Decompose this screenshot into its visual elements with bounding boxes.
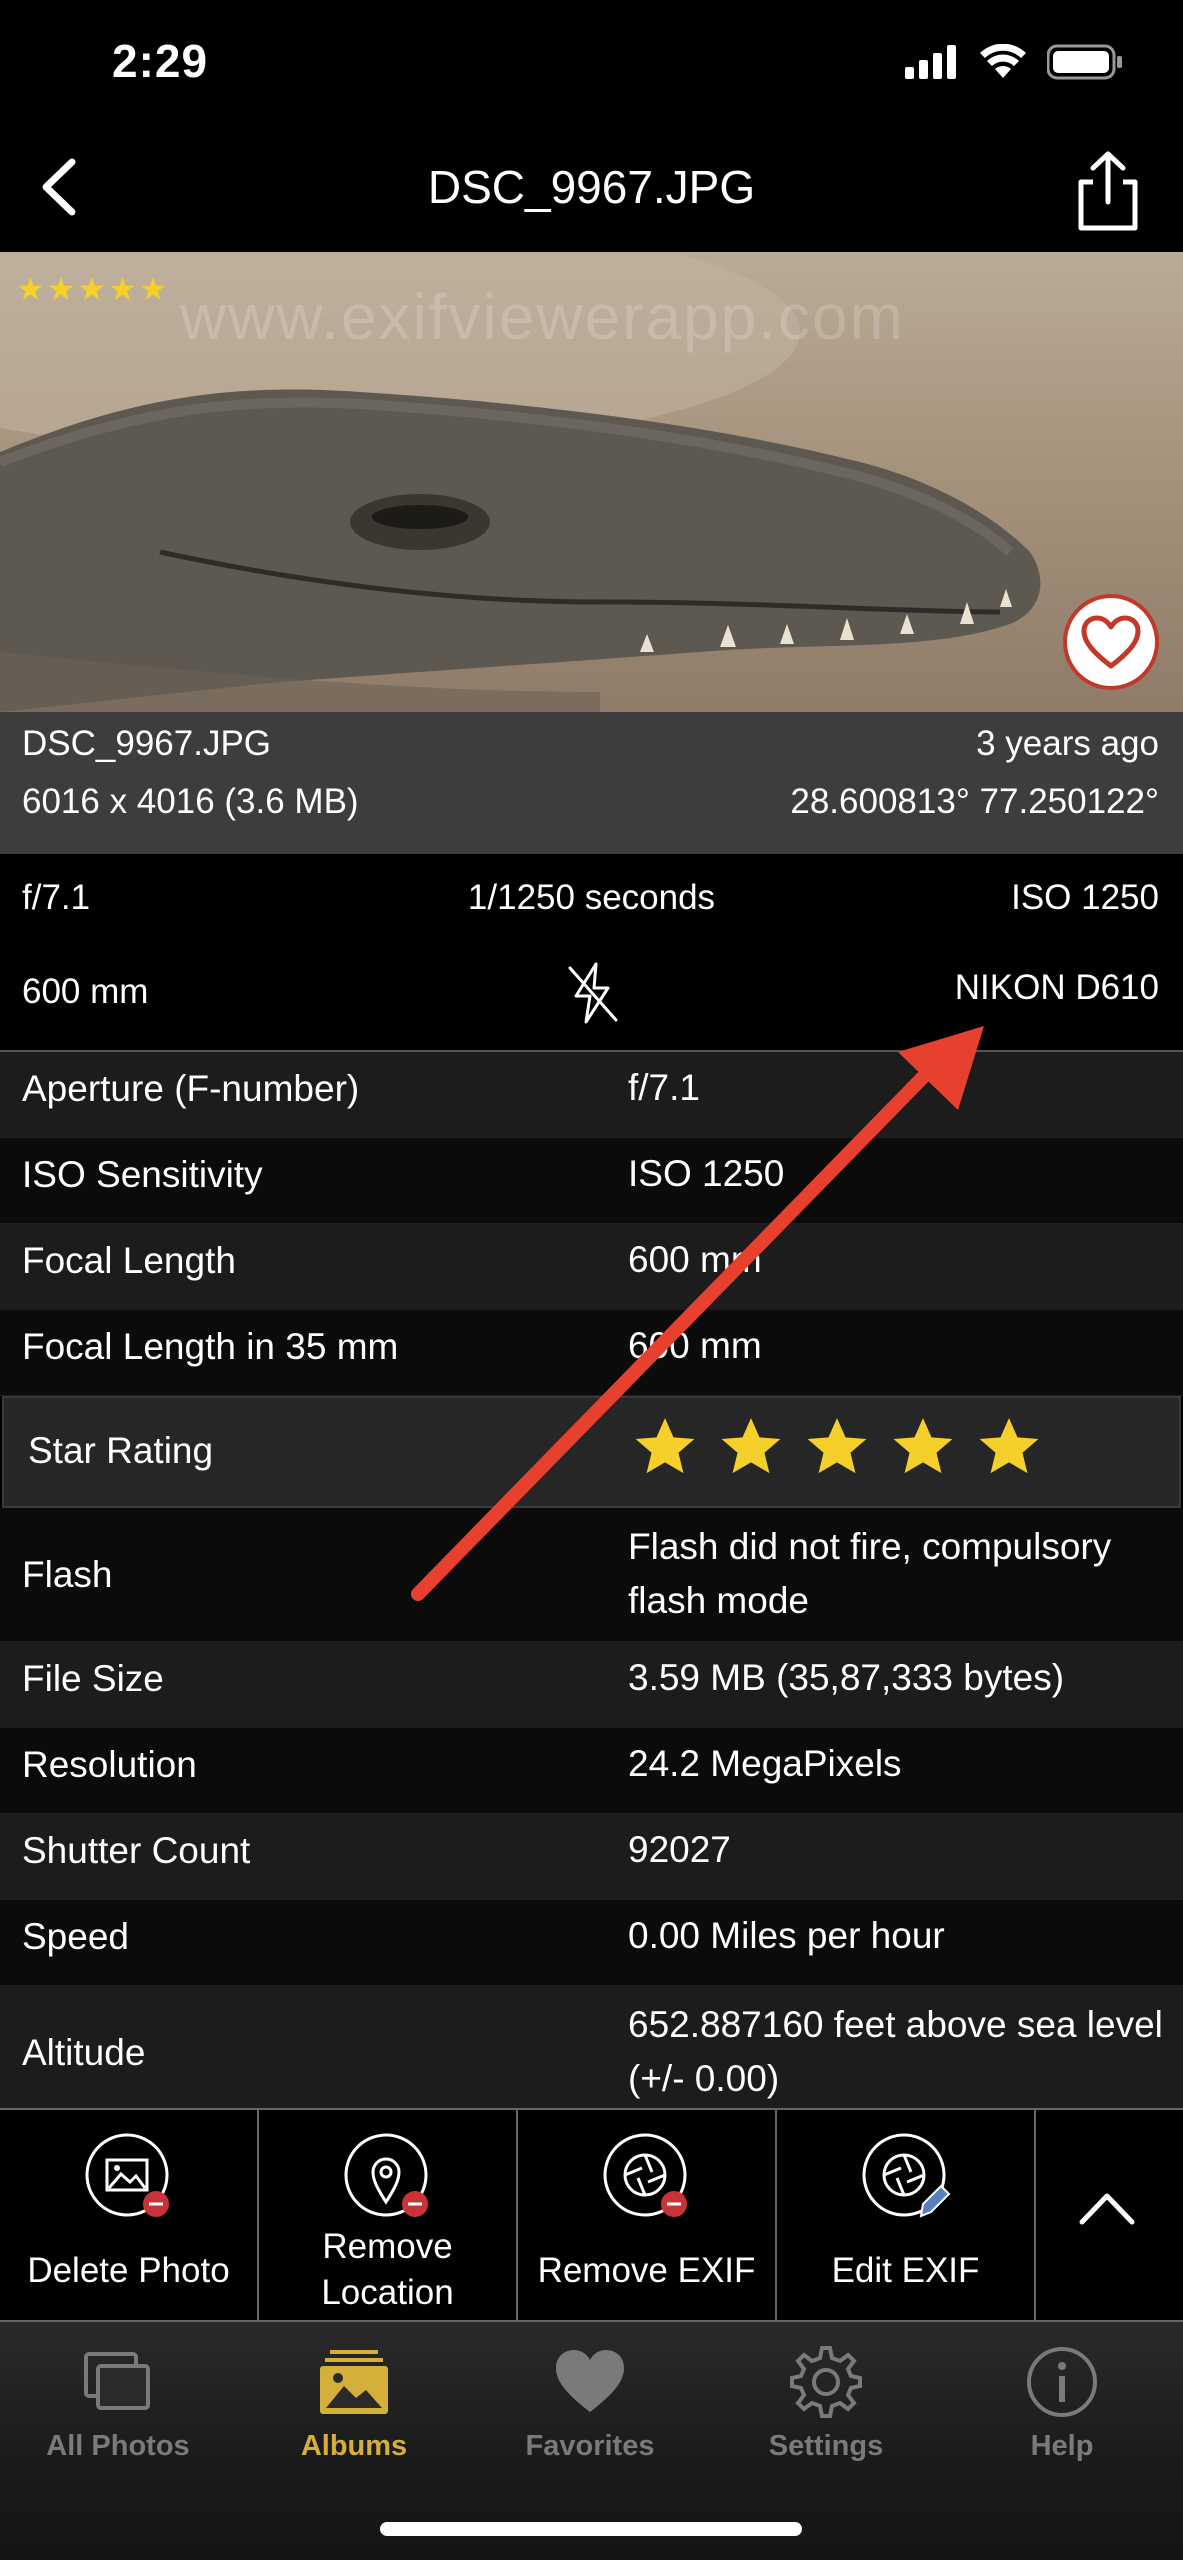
tab-label: Help (1030, 2430, 1094, 2462)
row-value: 600 mm (628, 1239, 762, 1280)
status-icons (905, 44, 1123, 80)
star-icon[interactable] (718, 1414, 784, 1480)
remove-exif-icon (603, 2133, 687, 2217)
photos-icon (84, 2352, 150, 2410)
delete-photo-label: Delete Photo (27, 2251, 230, 2290)
row-label: Altitude (22, 2032, 146, 2073)
albums-icon (320, 2350, 388, 2414)
table-row: Focal Length in 35 mm 600 mm (0, 1310, 1183, 1396)
delete-photo-button[interactable]: Delete Photo (0, 2110, 259, 2320)
row-value: f/7.1 (628, 1067, 700, 1108)
cellular-signal-icon (905, 45, 956, 79)
status-bar: 2:29 (0, 0, 1183, 130)
table-row: Speed 0.00 Miles per hour (0, 1900, 1183, 1986)
row-label: Focal Length (22, 1240, 236, 1281)
remove-location-button[interactable]: Remove Location (259, 2110, 518, 2320)
tab-label: Settings (768, 2430, 884, 2462)
row-label: Focal Length in 35 mm (22, 1326, 399, 1367)
info-icon (1027, 2347, 1097, 2417)
row-label: Flash (22, 1554, 113, 1595)
row-value: 652.887160 feet above sea level (+/- 0.0… (628, 2004, 1163, 2099)
row-value: Flash did not fire, compulsory flash mod… (628, 1526, 1112, 1621)
row-value: 600 mm (628, 1325, 762, 1366)
page-title: DSC_9967.JPG (427, 161, 756, 213)
star-icon[interactable] (976, 1414, 1042, 1480)
heart-outline-icon (1081, 615, 1141, 669)
photo-dimensions: 6016 x 4016 (3.6 MB) (22, 782, 359, 821)
gear-icon (790, 2346, 862, 2418)
home-indicator[interactable] (380, 2522, 802, 2536)
wifi-icon (980, 44, 1026, 78)
navigation-bar: DSC_9967.JPG (0, 130, 1183, 252)
favorite-button[interactable] (1063, 594, 1159, 690)
table-row: Focal Length 600 mm (0, 1224, 1183, 1310)
tab-help[interactable]: Help (944, 2344, 1180, 2463)
star-icon[interactable] (632, 1414, 698, 1480)
row-label: Star Rating (28, 1430, 214, 1471)
photo-star-rating: ★★★★★ (16, 271, 170, 307)
tab-label: Favorites (525, 2430, 655, 2462)
star-icon[interactable] (890, 1414, 956, 1480)
tab-settings[interactable]: Settings (708, 2344, 944, 2463)
summary-camera-model: NIKON D610 (954, 968, 1159, 1007)
chevron-up-icon (1079, 2193, 1135, 2225)
photo-gps: 28.600813° 77.250122° (790, 782, 1159, 821)
edit-exif-icon (862, 2133, 950, 2218)
tab-all-photos[interactable]: All Photos (0, 2344, 236, 2463)
exif-summary: f/7.1 1/1250 seconds ISO 1250 600 mm NIK… (0, 854, 1183, 1052)
table-row: ISO Sensitivity ISO 1250 (0, 1138, 1183, 1224)
photo-info-panel: DSC_9967.JPG 3 years ago 6016 x 4016 (3.… (0, 712, 1183, 854)
row-label: Speed (22, 1916, 129, 1957)
table-row: Flash Flash did not fire, compulsory fla… (0, 1508, 1183, 1642)
table-row: Resolution 24.2 MegaPixels (0, 1728, 1183, 1814)
exif-details-table: Aperture (F-number) f/7.1 ISO Sensitivit… (0, 1052, 1183, 2120)
share-icon[interactable] (1073, 148, 1143, 234)
row-value: 3.59 MB (35,87,333 bytes) (628, 1657, 1065, 1698)
summary-iso: ISO 1250 (1011, 878, 1159, 917)
photo-filename: DSC_9967.JPG (22, 724, 272, 763)
row-value: 0.00 Miles per hour (628, 1915, 945, 1956)
row-label: Resolution (22, 1744, 197, 1785)
row-label: ISO Sensitivity (22, 1154, 263, 1195)
action-toolbar: Delete Photo Remove Location Remove EXIF (0, 2108, 1183, 2322)
remove-location-icon (344, 2133, 428, 2217)
tab-albums[interactable]: Albums (236, 2344, 472, 2463)
tab-label: Albums (300, 2430, 408, 2462)
remove-location-label-line2: Location (321, 2273, 454, 2312)
table-row: Altitude 652.887160 feet above sea level… (0, 1986, 1183, 2120)
remove-location-label-line1: Remove (322, 2227, 453, 2266)
row-value: 24.2 MegaPixels (628, 1743, 902, 1784)
edit-exif-button[interactable]: Edit EXIF (777, 2110, 1036, 2320)
table-row: Shutter Count 92027 (0, 1814, 1183, 1900)
star-icon[interactable] (804, 1414, 870, 1480)
row-label: Aperture (F-number) (22, 1068, 360, 1109)
row-label: Shutter Count (22, 1830, 251, 1871)
summary-focal-length: 600 mm (22, 972, 149, 1011)
table-row: File Size 3.59 MB (35,87,333 bytes) (0, 1642, 1183, 1728)
star-rating-row: Star Rating (2, 1396, 1181, 1508)
edit-exif-label: Edit EXIF (831, 2251, 980, 2290)
star-rating-control[interactable] (632, 1414, 1042, 1480)
watermark: www.exifviewerapp.com (180, 281, 905, 353)
summary-shutter: 1/1250 seconds (467, 878, 716, 917)
status-time: 2:29 (112, 35, 209, 87)
tab-favorites[interactable]: Favorites (472, 2344, 708, 2463)
remove-exif-label: Remove EXIF (537, 2251, 756, 2290)
remove-exif-button[interactable]: Remove EXIF (518, 2110, 777, 2320)
row-value: ISO 1250 (628, 1153, 785, 1194)
table-row: Aperture (F-number) f/7.1 (0, 1052, 1183, 1138)
row-label: File Size (22, 1658, 164, 1699)
flash-off-icon (568, 962, 618, 1024)
photo-age: 3 years ago (976, 724, 1159, 763)
row-value: 92027 (628, 1829, 731, 1870)
tab-label: All Photos (46, 2430, 190, 2462)
heart-icon (556, 2350, 624, 2412)
photo-preview[interactable]: www.exifviewerapp.com ★★★★★ (0, 252, 1183, 712)
tab-bar: All Photos Albums Favorites Settings Hel… (0, 2322, 1183, 2560)
battery-icon (1047, 44, 1122, 80)
expand-toolbar-button[interactable] (1036, 2110, 1178, 2320)
delete-photo-icon (85, 2133, 169, 2217)
